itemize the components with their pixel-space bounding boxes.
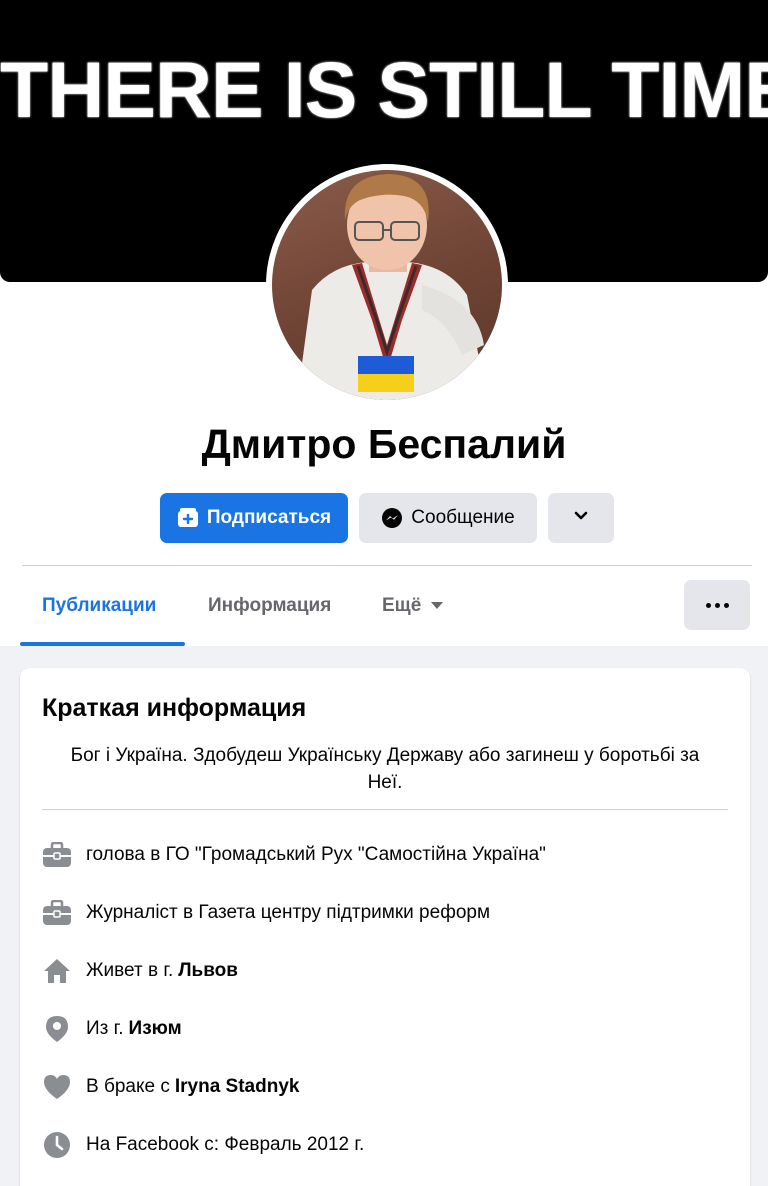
briefcase-icon xyxy=(42,898,72,928)
intro-item-text: В браке с xyxy=(86,1076,170,1097)
intro-item-joined: На Facebook с: Февраль 2012 г. xyxy=(42,1130,364,1160)
intro-title: Краткая информация xyxy=(42,694,307,722)
intro-bio: Бог і Україна. Здобудеш Українську Держа… xyxy=(42,742,728,796)
message-button[interactable]: Сообщение xyxy=(359,493,537,543)
intro-item-text: Живет в г. xyxy=(86,960,174,981)
messenger-icon xyxy=(381,507,403,529)
cover-text: THERE IS STILL TIME xyxy=(0,45,768,134)
active-tab-indicator xyxy=(20,642,185,646)
intro-item-text: голова в ГО "Громадський Рух "Самостійна… xyxy=(86,844,546,865)
more-options-button[interactable] xyxy=(684,580,750,630)
intro-item-work-1: голова в ГО "Громадський Рух "Самостійна… xyxy=(42,840,546,870)
intro-item-text: Журналіст в Газета центру підтримки рефо… xyxy=(86,902,491,923)
chevron-down-icon xyxy=(573,507,589,529)
header-divider xyxy=(22,565,752,566)
bio-line-1: Бог і Україна. Здобудеш Українську Держа… xyxy=(70,745,700,766)
heart-icon xyxy=(42,1072,72,1102)
avatar[interactable] xyxy=(272,170,502,400)
tab-more[interactable]: Ещё xyxy=(382,586,444,626)
intro-item-lives-in: Живет в г. Львов xyxy=(42,956,238,986)
intro-item-text: На Facebook с: Февраль 2012 г. xyxy=(86,1134,365,1155)
caret-down-icon xyxy=(431,602,444,610)
more-actions-button[interactable] xyxy=(548,493,614,543)
intro-item-text: Из г. xyxy=(86,1018,124,1039)
tab-more-label: Ещё xyxy=(382,595,422,616)
avatar-portrait-icon xyxy=(297,174,487,400)
clock-icon xyxy=(42,1130,72,1160)
intro-item-link[interactable]: Львов xyxy=(178,960,238,982)
home-icon xyxy=(42,956,72,986)
message-label: Сообщение xyxy=(411,507,515,528)
intro-item-relationship: В браке с Iryna Stadnyk xyxy=(42,1072,299,1102)
intro-divider xyxy=(42,809,728,810)
bio-line-2: Неї. xyxy=(367,772,403,793)
intro-item-link[interactable]: Изюм xyxy=(129,1018,182,1040)
intro-card: Краткая информация Бог і Україна. Здобуд… xyxy=(20,668,750,1186)
subscribe-label: Подписаться xyxy=(206,507,332,528)
subscribe-plus-icon xyxy=(177,507,199,529)
tab-about[interactable]: Информация xyxy=(208,586,331,626)
profile-name: Дмитро Беспалий xyxy=(201,421,567,467)
tab-posts[interactable]: Публикации xyxy=(42,586,156,626)
briefcase-icon xyxy=(42,840,72,870)
subscribe-button[interactable]: Подписаться xyxy=(160,493,348,543)
profile-header: THERE IS STILL TIME Дмитро Беспалий Подп… xyxy=(0,0,768,646)
location-pin-icon xyxy=(42,1014,72,1044)
intro-item-work-2: Журналіст в Газета центру підтримки рефо… xyxy=(42,898,490,928)
intro-item-from: Из г. Изюм xyxy=(42,1014,182,1044)
intro-item-link[interactable]: Iryna Stadnyk xyxy=(175,1076,300,1098)
